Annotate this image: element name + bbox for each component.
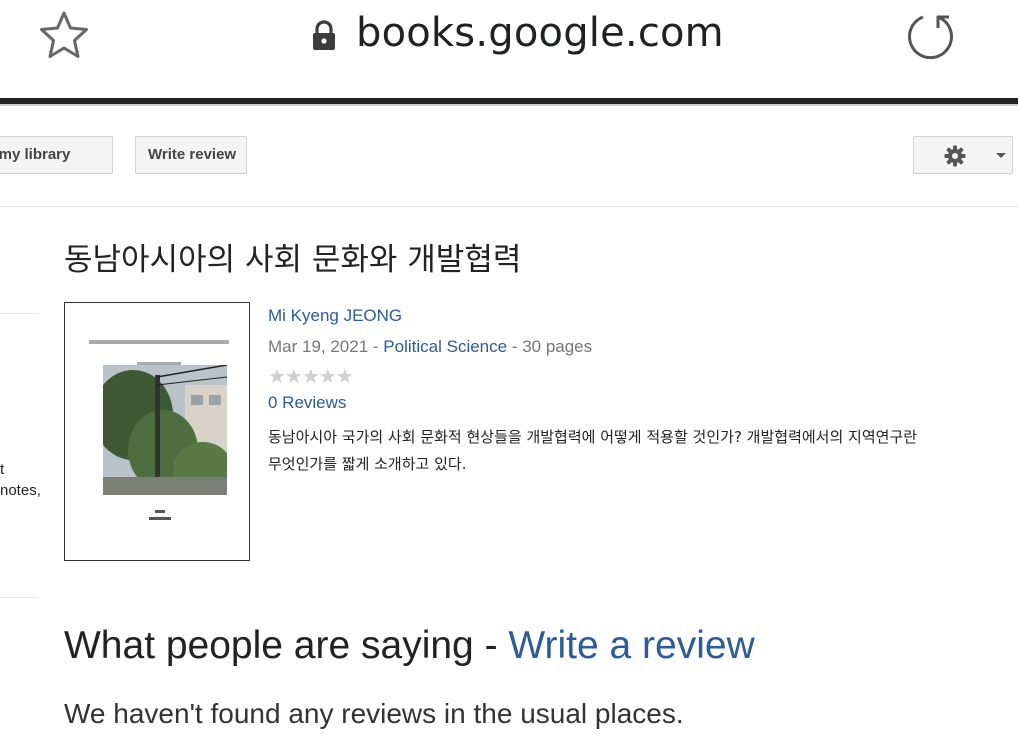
meta-separator: - (368, 337, 384, 356)
cover-photo (103, 365, 227, 495)
write-review-label: Write review (148, 146, 237, 163)
reviews-heading: What people are saying - Write a review (64, 624, 755, 668)
category-link[interactable]: Political Science (383, 337, 507, 356)
book-meta: Mar 19, 2021 - Political Science - 30 pa… (268, 337, 592, 357)
publish-date: Mar 19, 2021 (268, 337, 369, 356)
reload-icon[interactable] (902, 8, 960, 66)
reviews-heading-text: What people are saying - (64, 624, 509, 667)
star-icon[interactable] (36, 8, 92, 64)
no-reviews-message: We haven't found any reviews in the usua… (64, 698, 684, 729)
book-description: 동남아시아 국가의 사회 문화적 현상들을 개발협력에 어떻게 적용할 것인가?… (268, 428, 918, 473)
add-to-library-label: d to my library (0, 146, 71, 163)
cover-footer-text (149, 517, 171, 520)
write-review-button[interactable]: Write review (135, 136, 247, 174)
toolbar-divider (0, 206, 1018, 207)
book-cover[interactable] (64, 302, 250, 561)
add-to-library-button[interactable]: d to my library (0, 136, 113, 174)
page-count: 30 pages (522, 337, 593, 356)
cover-title-text (89, 340, 229, 344)
star-rating: ★★★★★ (268, 366, 354, 388)
url-text[interactable]: books.google.com (356, 10, 724, 56)
page-top-edge (0, 104, 1018, 106)
chevron-down-icon (996, 153, 1006, 158)
gear-icon (944, 145, 966, 167)
cover-footer-text (155, 510, 165, 513)
book-title: 동남아시아의 사회 문화와 개발협력 (64, 242, 522, 278)
settings-button[interactable] (913, 136, 1013, 174)
sidebar-text-fragment: t (0, 461, 5, 478)
sidebar-divider (0, 597, 38, 598)
browser-url-bar: books.google.com (0, 0, 1018, 96)
sidebar-divider (0, 313, 38, 314)
meta-separator: - (507, 337, 523, 356)
author-link[interactable]: Mi Kyeng JEONG (268, 306, 402, 326)
reviews-count-link[interactable]: 0 Reviews (268, 393, 346, 413)
write-a-review-link[interactable]: Write a review (508, 624, 754, 667)
sidebar-text-fragment: notes, (0, 482, 41, 499)
lock-icon (313, 20, 335, 50)
